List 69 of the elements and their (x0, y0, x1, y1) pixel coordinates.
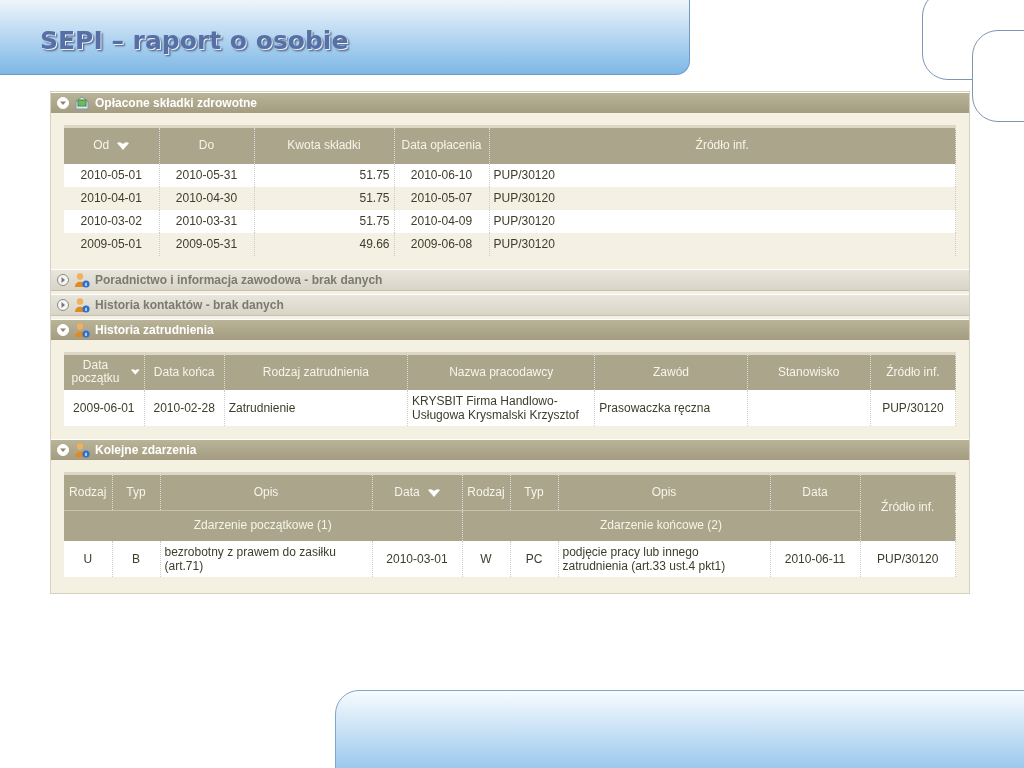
column-header[interactable]: Do (159, 126, 254, 164)
table-cell: Zatrudnienie (228, 401, 296, 415)
column-header[interactable]: Stanowisko (747, 353, 871, 390)
group-header: Zdarzenie końcowe (2) (462, 510, 860, 541)
column-header[interactable]: Rodzaj (64, 473, 112, 511)
column-header[interactable]: Źródło inf. (489, 126, 956, 164)
column-header[interactable]: Rodzaj (462, 473, 510, 511)
column-header[interactable]: Data (372, 473, 462, 511)
table-cell: 2010-05-07 (410, 191, 473, 205)
section-title: Kolejne zdarzenia (95, 443, 197, 457)
table-cell: bezrobotny z prawem do zasiłku (art.71) (164, 544, 336, 573)
table-cell: PUP/30120 (877, 551, 939, 566)
section-title: Opłacone składki zdrowotne (95, 96, 258, 110)
table-cell: 2010-04-09 (410, 214, 473, 228)
table-cell: W (480, 551, 492, 566)
table-cell: KRYSBIT Firma Handlowo-Usługowa Krysmalski Krzysztof (412, 394, 579, 422)
section-header[interactable]: Historia kontaktów - brak danych (51, 294, 969, 316)
column-header[interactable]: Rodzaj zatrudnienia (224, 353, 408, 390)
section-header[interactable]: Opłacone składki zdrowotne (51, 93, 969, 113)
page-title: SEPI – raport o osobie (40, 26, 349, 55)
column-header[interactable]: Źródło inf. (870, 353, 956, 390)
table-cell: B (132, 551, 140, 566)
table-cell: PUP/30120 (882, 401, 944, 415)
column-header[interactable]: Opis (160, 473, 372, 511)
column-header[interactable]: Nazwa pracodawcy (407, 353, 595, 390)
group-header: Zdarzenie początkowe (1) (64, 510, 462, 541)
table-cell: 2010-05-01 (80, 168, 142, 182)
column-header[interactable]: Zawód (594, 353, 748, 390)
table-cell: PC (525, 551, 543, 566)
table-cell: 2009-06-08 (410, 237, 473, 251)
column-header[interactable]: Data końca (144, 353, 225, 390)
column-header[interactable]: Typ (510, 473, 558, 511)
section-title: Historia zatrudnienia (95, 322, 214, 337)
column-header[interactable]: Źródło inf. (860, 473, 956, 541)
table-cell: PUP/30120 (493, 168, 555, 182)
column-header[interactable]: Od (64, 126, 159, 164)
table-cell: 2010-03-31 (175, 214, 238, 228)
table-cell: PUP/30120 (493, 214, 555, 228)
table-cell: 2010-06-10 (410, 168, 473, 182)
section-title: Historia kontaktów - brak danych (95, 297, 284, 312)
column-header[interactable]: Opis (558, 473, 770, 511)
table-cell: 2010-02-28 (153, 401, 215, 415)
table-cell: 51.75 (359, 168, 390, 182)
column-header[interactable]: Typ (112, 473, 160, 511)
table-cell: 2010-03-02 (80, 214, 142, 228)
table-cell: 2010-03-01 (386, 551, 448, 566)
column-header[interactable]: Data (770, 473, 860, 511)
table-cell: 2010-04-30 (175, 191, 238, 205)
table-cell: 51.75 (359, 214, 390, 228)
section-title: Poradnictwo i informacja zawodowa - brak danych (95, 272, 383, 287)
table-cell: PUP/30120 (493, 237, 555, 251)
table-cell: 2010-06-11 (784, 551, 846, 566)
table-cell: podjęcie pracy lub innego zatrudnienia (art.33 ust.4 pkt1) (562, 544, 726, 573)
table-cell: PUP/30120 (493, 191, 555, 205)
section-header[interactable]: Kolejne zdarzenia (51, 440, 969, 460)
table-cell: U (83, 551, 93, 566)
table-cell: 51.75 (359, 191, 390, 205)
column-header[interactable]: Data opłacenia (394, 126, 489, 164)
table-cell: 2010-05-31 (175, 168, 238, 182)
section-header[interactable]: Poradnictwo i informacja zawodowa - brak danych (51, 269, 969, 291)
column-header[interactable]: Kwota składki (254, 126, 394, 164)
table-cell: 2010-04-01 (80, 191, 142, 205)
table-cell: 2009-06-01 (73, 401, 135, 415)
table-cell: 2009-05-01 (80, 237, 142, 251)
table-cell: Prasowaczka ręczna (599, 401, 711, 415)
table-cell: 2009-05-31 (175, 237, 238, 251)
table-cell: 49.66 (359, 237, 390, 251)
section-header[interactable]: Historia zatrudnienia (51, 319, 969, 340)
column-header[interactable]: Data początku (64, 353, 145, 390)
